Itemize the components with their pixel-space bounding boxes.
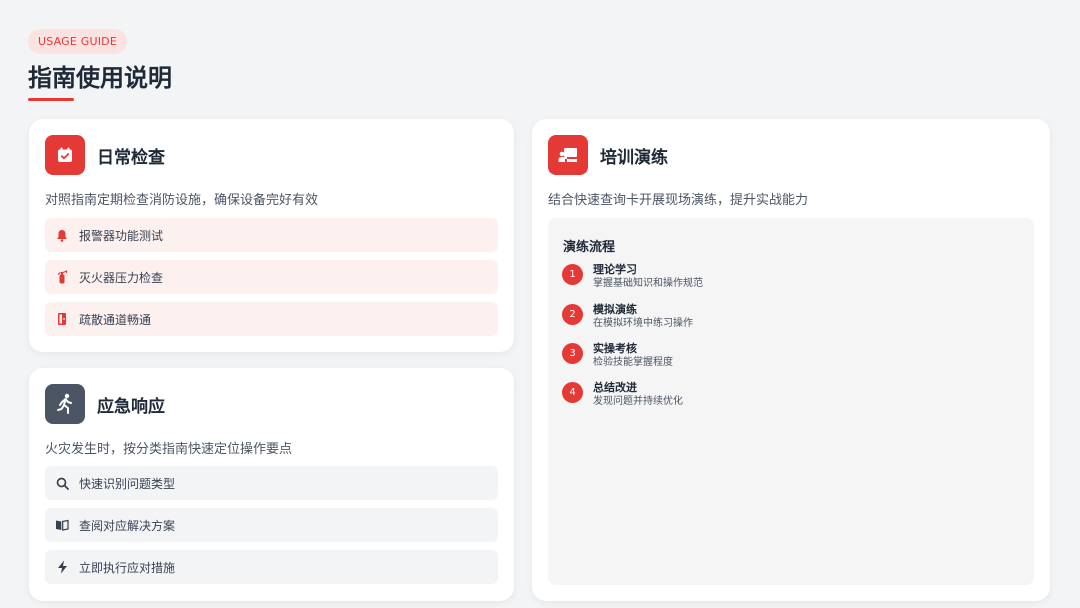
step-description: 发现问题并持续优化 bbox=[593, 396, 683, 407]
list-item-consult-solution: 查阅对应解决方案 bbox=[45, 508, 498, 542]
step-title: 模拟演练 bbox=[593, 303, 637, 316]
daily-check-card: 日常检查 对照指南定期检查消防设施，确保设备完好有效 报警器功能测试 灭火器压力… bbox=[29, 119, 514, 352]
flow-step: 2 模拟演练 在模拟环境中练习操作 bbox=[562, 302, 693, 331]
daily-check-header: 日常检查 bbox=[45, 135, 165, 175]
step-title: 理论学习 bbox=[593, 263, 637, 276]
step-number-badge: 3 bbox=[562, 343, 583, 364]
calendar-check-icon bbox=[45, 135, 85, 175]
list-item-label: 立即执行应对措施 bbox=[79, 560, 176, 575]
training-title: 培训演练 bbox=[600, 147, 668, 168]
step-description: 掌握基础知识和操作规范 bbox=[593, 278, 703, 289]
daily-check-title: 日常检查 bbox=[97, 147, 165, 168]
list-item-identify-problem: 快速识别问题类型 bbox=[45, 466, 498, 500]
running-person-icon bbox=[45, 384, 85, 424]
drill-flow-title: 演练流程 bbox=[563, 240, 616, 255]
lightning-icon bbox=[55, 560, 69, 574]
fire-extinguisher-icon bbox=[55, 270, 69, 284]
list-item-label: 灭火器压力检查 bbox=[79, 270, 164, 285]
usage-guide-badge: USAGE GUIDE bbox=[28, 29, 127, 54]
training-drill-card: 培训演练 结合快速查询卡开展现场演练，提升实战能力 演练流程 1 理论学习 掌握… bbox=[532, 119, 1050, 601]
emergency-description: 火灾发生时，按分类指南快速定位操作要点 bbox=[45, 442, 293, 457]
training-description: 结合快速查询卡开展现场演练，提升实战能力 bbox=[548, 193, 809, 208]
flow-step: 3 实操考核 检验技能掌握程度 bbox=[562, 341, 673, 370]
step-title: 总结改进 bbox=[593, 381, 637, 394]
step-number-badge: 2 bbox=[562, 304, 583, 325]
page-title: 指南使用说明 bbox=[28, 64, 172, 92]
step-title: 实操考核 bbox=[593, 342, 637, 355]
book-icon bbox=[55, 518, 69, 532]
step-number-badge: 4 bbox=[562, 382, 583, 403]
flow-step: 4 总结改进 发现问题并持续优化 bbox=[562, 380, 683, 409]
emergency-response-card: 应急响应 火灾发生时，按分类指南快速定位操作要点 快速识别问题类型 查阅对应解决… bbox=[29, 368, 514, 601]
list-item-execute-measures: 立即执行应对措施 bbox=[45, 550, 498, 584]
list-item-evacuation-route: 疏散通道畅通 bbox=[45, 302, 498, 336]
flow-step: 1 理论学习 掌握基础知识和操作规范 bbox=[562, 262, 703, 291]
step-number-badge: 1 bbox=[562, 264, 583, 285]
drill-flow-panel: 演练流程 1 理论学习 掌握基础知识和操作规范 2 模拟演练 在模拟环境中练习操… bbox=[548, 218, 1034, 585]
training-header: 培训演练 bbox=[548, 135, 668, 175]
list-item-extinguisher-check: 灭火器压力检查 bbox=[45, 260, 498, 294]
search-icon bbox=[55, 476, 69, 490]
list-item-label: 报警器功能测试 bbox=[79, 228, 164, 243]
daily-check-description: 对照指南定期检查消防设施，确保设备完好有效 bbox=[45, 193, 319, 208]
bell-icon bbox=[55, 228, 69, 242]
door-icon bbox=[55, 312, 69, 326]
list-item-label: 快速识别问题类型 bbox=[79, 476, 176, 491]
list-item-alarm-test: 报警器功能测试 bbox=[45, 218, 498, 252]
list-item-label: 查阅对应解决方案 bbox=[79, 518, 176, 533]
title-underline bbox=[28, 98, 74, 101]
step-description: 在模拟环境中练习操作 bbox=[593, 318, 693, 329]
emergency-header: 应急响应 bbox=[45, 384, 165, 424]
presentation-icon bbox=[548, 135, 588, 175]
list-item-label: 疏散通道畅通 bbox=[79, 312, 152, 327]
emergency-title: 应急响应 bbox=[97, 396, 165, 417]
step-description: 检验技能掌握程度 bbox=[593, 357, 673, 368]
